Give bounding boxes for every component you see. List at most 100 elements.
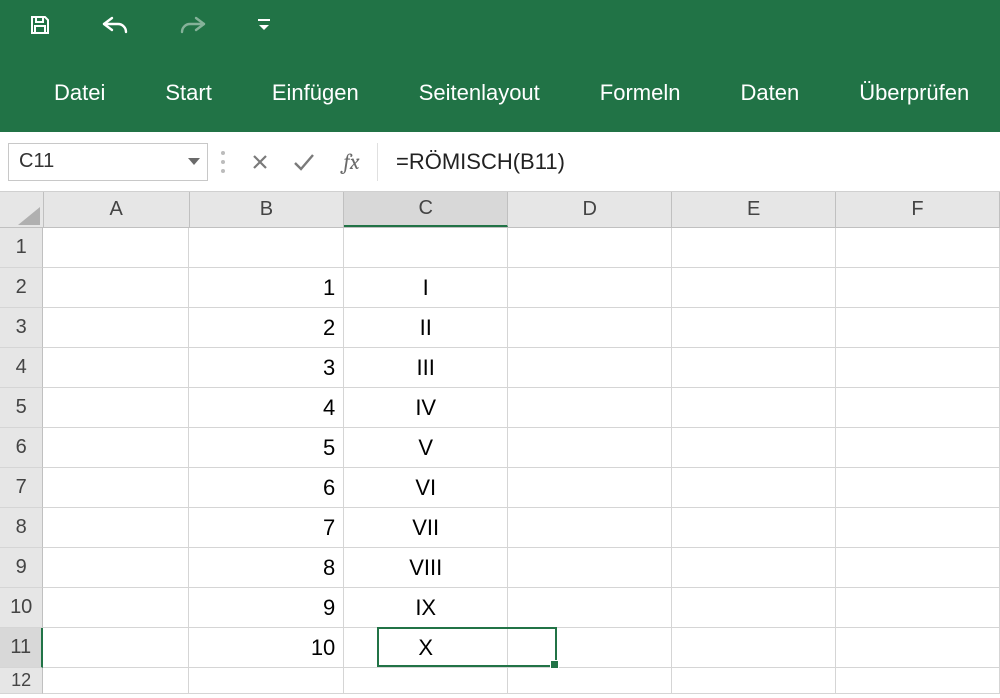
formula-input[interactable] [378, 143, 992, 181]
cell-F8[interactable] [836, 508, 1000, 548]
cell-F2[interactable] [836, 268, 1000, 308]
cell-A10[interactable] [43, 588, 189, 628]
cell-A5[interactable] [43, 388, 189, 428]
cell-A2[interactable] [43, 268, 189, 308]
tab-seitenlayout[interactable]: Seitenlayout [389, 58, 570, 132]
cell-C4[interactable]: III [344, 348, 508, 388]
row-header-7[interactable]: 7 [0, 468, 43, 508]
cell-B10[interactable]: 9 [189, 588, 344, 628]
tab-datei[interactable]: Datei [24, 58, 135, 132]
cell-A9[interactable] [43, 548, 189, 588]
cell-A7[interactable] [43, 468, 189, 508]
cell-E9[interactable] [672, 548, 836, 588]
cell-F12[interactable] [836, 668, 1000, 694]
customize-qat-button[interactable] [256, 0, 272, 50]
row-header-2[interactable]: 2 [0, 268, 43, 308]
name-box-dropdown[interactable] [187, 157, 201, 167]
cell-A8[interactable] [43, 508, 189, 548]
cell-F7[interactable] [836, 468, 1000, 508]
cell-E3[interactable] [672, 308, 836, 348]
cell-D2[interactable] [508, 268, 672, 308]
cell-B4[interactable]: 3 [189, 348, 344, 388]
tab-daten[interactable]: Daten [710, 58, 829, 132]
cell-B6[interactable]: 5 [189, 428, 344, 468]
cell-B12[interactable] [189, 668, 344, 694]
cell-E5[interactable] [672, 388, 836, 428]
cell-C12[interactable] [344, 668, 508, 694]
insert-function-button[interactable]: fx [326, 143, 378, 181]
cell-C3[interactable]: II [344, 308, 508, 348]
row-header-4[interactable]: 4 [0, 348, 43, 388]
row-header-1[interactable]: 1 [0, 228, 43, 268]
tab-start[interactable]: Start [135, 58, 241, 132]
redo-button[interactable] [178, 0, 208, 50]
undo-button[interactable] [100, 0, 130, 50]
cell-D7[interactable] [508, 468, 672, 508]
cell-C7[interactable]: VI [344, 468, 508, 508]
col-header-F[interactable]: F [836, 192, 1000, 227]
cell-F5[interactable] [836, 388, 1000, 428]
formula-bar-grip[interactable] [208, 151, 238, 173]
cell-D6[interactable] [508, 428, 672, 468]
cell-C5[interactable]: IV [344, 388, 508, 428]
cell-E2[interactable] [672, 268, 836, 308]
cell-E6[interactable] [672, 428, 836, 468]
cell-B11[interactable]: 10 [189, 628, 344, 668]
cell-E7[interactable] [672, 468, 836, 508]
row-header-8[interactable]: 8 [0, 508, 43, 548]
cell-D1[interactable] [508, 228, 672, 268]
save-button[interactable] [28, 0, 52, 50]
cell-F1[interactable] [836, 228, 1000, 268]
row-header-10[interactable]: 10 [0, 588, 43, 628]
cell-B5[interactable]: 4 [189, 388, 344, 428]
cell-C6[interactable]: V [344, 428, 508, 468]
cell-B3[interactable]: 2 [189, 308, 344, 348]
tab-formeln[interactable]: Formeln [570, 58, 711, 132]
cancel-formula-button[interactable] [238, 143, 282, 181]
cell-A11[interactable] [43, 628, 189, 668]
cell-C10[interactable]: IX [344, 588, 508, 628]
cell-D9[interactable] [508, 548, 672, 588]
cell-E10[interactable] [672, 588, 836, 628]
select-all-corner[interactable] [0, 192, 44, 227]
cell-C9[interactable]: VIII [344, 548, 508, 588]
cell-B7[interactable]: 6 [189, 468, 344, 508]
cell-B2[interactable]: 1 [189, 268, 344, 308]
cell-C1[interactable] [344, 228, 508, 268]
row-header-6[interactable]: 6 [0, 428, 43, 468]
col-header-A[interactable]: A [44, 192, 190, 227]
row-header-12[interactable]: 12 [0, 668, 43, 694]
worksheet-grid[interactable]: A B C D E F 1 2 1 I 3 [0, 192, 1000, 694]
cell-C2[interactable]: I [344, 268, 508, 308]
enter-formula-button[interactable] [282, 143, 326, 181]
col-header-E[interactable]: E [672, 192, 836, 227]
cell-D5[interactable] [508, 388, 672, 428]
cell-D12[interactable] [508, 668, 672, 694]
cell-A1[interactable] [43, 228, 189, 268]
cell-B8[interactable]: 7 [189, 508, 344, 548]
cell-B9[interactable]: 8 [189, 548, 344, 588]
cell-F9[interactable] [836, 548, 1000, 588]
cell-D3[interactable] [508, 308, 672, 348]
col-header-D[interactable]: D [508, 192, 672, 227]
cell-F3[interactable] [836, 308, 1000, 348]
cell-A6[interactable] [43, 428, 189, 468]
cell-C11[interactable]: X [344, 628, 508, 668]
cell-D11[interactable] [508, 628, 672, 668]
cell-E11[interactable] [672, 628, 836, 668]
cell-F10[interactable] [836, 588, 1000, 628]
row-header-5[interactable]: 5 [0, 388, 43, 428]
cell-E8[interactable] [672, 508, 836, 548]
cell-C8[interactable]: VII [344, 508, 508, 548]
row-header-3[interactable]: 3 [0, 308, 43, 348]
row-header-9[interactable]: 9 [0, 548, 43, 588]
cell-A12[interactable] [43, 668, 189, 694]
cell-A3[interactable] [43, 308, 189, 348]
cell-F6[interactable] [836, 428, 1000, 468]
cell-E12[interactable] [672, 668, 836, 694]
cell-E1[interactable] [672, 228, 836, 268]
cell-F4[interactable] [836, 348, 1000, 388]
col-header-B[interactable]: B [190, 192, 345, 227]
cell-F11[interactable] [836, 628, 1000, 668]
cell-D10[interactable] [508, 588, 672, 628]
